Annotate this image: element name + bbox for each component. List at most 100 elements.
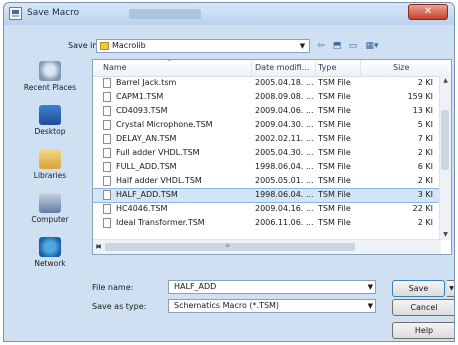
file-name: FULL_ADD.TSM xyxy=(116,162,177,171)
file-type: TSM File xyxy=(318,176,351,185)
file-name-value: HALF_ADD xyxy=(174,282,217,291)
save-macro-dialog: Save Macro ✕ Save in: Macrolib ▼ ⇦ ⬒ ▭ ▦… xyxy=(3,2,455,342)
file-date: 2009.04.30. ... xyxy=(255,120,314,129)
save-in-dropdown[interactable]: Macrolib ▼ xyxy=(96,39,310,53)
file-type: TSM File xyxy=(318,204,351,213)
chevron-down-icon[interactable]: ▼ xyxy=(368,281,373,293)
file-row[interactable]: Crystal Microphone.TSM 2009.04.30. ... T… xyxy=(93,119,439,132)
file-row[interactable]: Ideal Transformer.TSM 2006.11.06. ... TS… xyxy=(93,217,439,230)
place-network[interactable]: Network xyxy=(10,237,90,268)
file-row-selected[interactable]: HALF_ADD.TSM 1998.06.04. ... TSM File 3 … xyxy=(93,188,440,203)
desktop-icon xyxy=(39,105,61,125)
sort-ascending-icon: ^ xyxy=(167,59,173,66)
vertical-scrollbar[interactable]: ▲ ▼ xyxy=(439,76,451,240)
file-name-input[interactable]: HALF_ADD ▼ xyxy=(168,280,376,294)
recent-places-icon xyxy=(39,61,61,81)
window-title: Save Macro xyxy=(27,8,80,18)
new-folder-icon[interactable]: ▭ xyxy=(346,39,360,53)
file-name: Barrel Jack.tsm xyxy=(116,78,177,87)
file-row[interactable]: CD4093.TSM 2009.04.06. ... TSM File 13 K… xyxy=(93,105,439,118)
file-name: CD4093.TSM xyxy=(116,106,168,115)
save-as-type-dropdown[interactable]: Schematics Macro (*.TSM) ▼ xyxy=(168,299,376,313)
file-size: 3 KI xyxy=(417,190,433,199)
file-date: 2005.04.18. ... xyxy=(255,78,314,87)
file-type: TSM File xyxy=(318,92,351,101)
column-divider[interactable] xyxy=(360,60,361,76)
file-size: 2 KI xyxy=(417,78,433,87)
scroll-right-icon[interactable]: ▶ xyxy=(93,242,104,252)
column-header-name[interactable]: Name xyxy=(103,63,127,72)
file-name: HC4046.TSM xyxy=(116,204,168,213)
view-menu-icon[interactable]: ▦▾ xyxy=(362,39,382,53)
file-icon xyxy=(103,162,111,172)
column-header-type[interactable]: Type xyxy=(318,63,336,72)
file-icon xyxy=(103,218,111,228)
file-icon xyxy=(103,148,111,158)
file-date: 1998.06.04. ... xyxy=(255,162,314,171)
save-options-dropdown-button[interactable]: ▼ xyxy=(447,280,454,297)
computer-icon xyxy=(39,193,61,213)
file-row[interactable]: Full adder VHDL.TSM 2005.04.30. ... TSM … xyxy=(93,147,439,160)
place-computer[interactable]: Computer xyxy=(10,193,90,224)
file-date: 2009.04.06. ... xyxy=(255,106,314,115)
file-row[interactable]: FULL_ADD.TSM 1998.06.04. ... TSM File 6 … xyxy=(93,161,439,174)
file-list[interactable]: Name ^ Date modifi... Type Size Barrel J… xyxy=(92,59,452,255)
file-date: 2006.11.06. ... xyxy=(255,218,314,227)
file-size: 13 KI xyxy=(412,106,433,115)
file-icon xyxy=(103,120,111,130)
file-icon xyxy=(103,190,111,200)
file-size: 2 KI xyxy=(417,176,433,185)
file-row[interactable]: CAPM1.TSM 2008.09.08. ... TSM File 159 K… xyxy=(93,91,439,104)
file-row[interactable]: DELAY_AN.TSM 2002.02.11. ... TSM File 7 … xyxy=(93,133,439,146)
back-icon[interactable]: ⇦ xyxy=(314,39,328,53)
scroll-grip-icon: ≡ xyxy=(225,242,231,249)
file-size: 2 KI xyxy=(417,148,433,157)
file-row[interactable]: Barrel Jack.tsm 2005.04.18. ... TSM File… xyxy=(93,77,439,90)
file-name: Full adder VHDL.TSM xyxy=(116,148,200,157)
save-button[interactable]: Save xyxy=(392,280,445,297)
help-button[interactable]: Help xyxy=(392,322,454,339)
save-as-type-label: Save as type: xyxy=(92,302,147,311)
vertical-scroll-thumb[interactable] xyxy=(441,110,449,170)
column-divider[interactable] xyxy=(251,60,252,76)
file-size: 6 KI xyxy=(417,162,433,171)
column-header-size[interactable]: Size xyxy=(393,63,409,72)
place-label: Recent Places xyxy=(23,83,77,92)
file-icon xyxy=(103,134,111,144)
file-icon xyxy=(103,78,111,88)
file-name: Ideal Transformer.TSM xyxy=(116,218,205,227)
file-icon xyxy=(103,176,111,186)
title-bar: Save Macro ✕ xyxy=(4,3,454,25)
column-divider[interactable] xyxy=(315,60,316,76)
scroll-up-icon[interactable]: ▲ xyxy=(440,76,451,86)
file-date: 1998.06.04. ... xyxy=(255,190,314,199)
file-name: HALF_ADD.TSM xyxy=(116,190,178,199)
horizontal-scrollbar[interactable]: ◀ ≡ ▶ xyxy=(93,239,441,254)
file-name: DELAY_AN.TSM xyxy=(116,134,177,143)
file-name-label: File name: xyxy=(92,283,134,292)
place-libraries[interactable]: Libraries xyxy=(10,149,90,180)
scroll-down-icon[interactable]: ▼ xyxy=(440,230,451,240)
place-label: Network xyxy=(34,259,66,268)
chevron-down-icon: ▼ xyxy=(367,302,373,310)
file-name: Crystal Microphone.TSM xyxy=(116,120,213,129)
up-folder-icon[interactable]: ⬒ xyxy=(330,39,344,53)
place-desktop[interactable]: Desktop xyxy=(10,105,90,136)
file-name: Half adder VHDL.TSM xyxy=(116,176,202,185)
file-row[interactable]: HC4046.TSM 2009.04.16. ... TSM File 22 K… xyxy=(93,203,439,216)
place-label: Desktop xyxy=(34,127,66,136)
file-type: TSM File xyxy=(318,148,351,157)
save-in-value: Macrolib xyxy=(112,41,146,50)
file-size: 7 KI xyxy=(417,134,433,143)
file-size: 159 KI xyxy=(407,92,433,101)
place-label: Computer xyxy=(31,215,69,224)
blurred-title-region xyxy=(129,9,201,19)
column-header-date[interactable]: Date modifi... xyxy=(255,63,309,72)
place-recent-places[interactable]: Recent Places xyxy=(10,61,90,92)
chevron-down-icon: ▼ xyxy=(299,42,306,50)
file-type: TSM File xyxy=(318,162,351,171)
close-button[interactable]: ✕ xyxy=(408,4,448,20)
file-row[interactable]: Half adder VHDL.TSM 2005.05.01. ... TSM … xyxy=(93,175,439,188)
file-date: 2009.04.16. ... xyxy=(255,204,314,213)
cancel-button[interactable]: Cancel xyxy=(392,299,454,316)
